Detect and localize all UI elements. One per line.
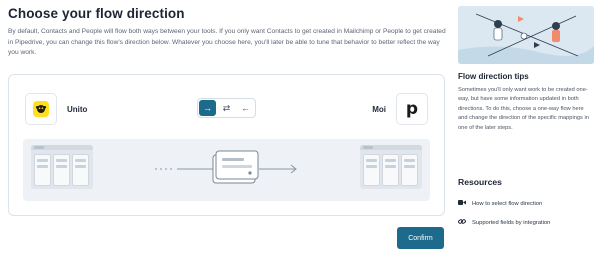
tips-illustration (458, 6, 594, 64)
page-description: By default, Contacts and People will flo… (8, 28, 446, 57)
left-tool-name: Unito (67, 104, 88, 114)
arrow-right-icon: → (203, 103, 212, 113)
video-icon (458, 199, 468, 208)
flow-arrow-illustration (155, 150, 297, 184)
target-app-illustration (360, 145, 422, 189)
main-content: Choose your flow direction By default, C… (8, 6, 446, 59)
link-icon (458, 218, 468, 227)
direction-toggle-group: → ⇄ ← (197, 98, 256, 118)
pipedrive-logo-icon: p (396, 93, 428, 125)
tips-title: Flow direction tips (458, 72, 529, 81)
right-tool-name: Moi (372, 104, 386, 114)
left-tool: Unito (25, 93, 87, 125)
right-tool: Moi p (372, 93, 428, 125)
confirm-button[interactable]: Confirm (397, 227, 444, 249)
direction-one-way-right-button[interactable]: → (199, 100, 216, 116)
mailchimp-logo-icon (25, 93, 57, 125)
source-app-illustration (31, 145, 93, 189)
resource-link-label: How to select flow direction (472, 200, 543, 207)
tips-text: Sometimes you'll only want work to be cr… (458, 87, 589, 131)
arrow-both-icon: ⇄ (222, 102, 231, 113)
sidebar (458, 6, 598, 64)
resource-link-label: Supported fields by integration (472, 219, 551, 226)
direction-two-way-button[interactable]: ⇄ (218, 100, 235, 116)
resources-title: Resources (458, 177, 502, 187)
flow-diagram (23, 139, 430, 201)
pipedrive-logo-letter: p (405, 99, 419, 119)
page-title: Choose your flow direction (8, 6, 185, 21)
resource-link-supported-fields[interactable]: Supported fields by integration (458, 218, 550, 227)
arrow-left-icon: ← (241, 103, 250, 113)
resource-link-flow-direction[interactable]: How to select flow direction (458, 199, 542, 208)
flow-direction-card: Unito → ⇄ ← Moi p (8, 74, 445, 216)
direction-one-way-left-button[interactable]: ← (237, 100, 254, 116)
